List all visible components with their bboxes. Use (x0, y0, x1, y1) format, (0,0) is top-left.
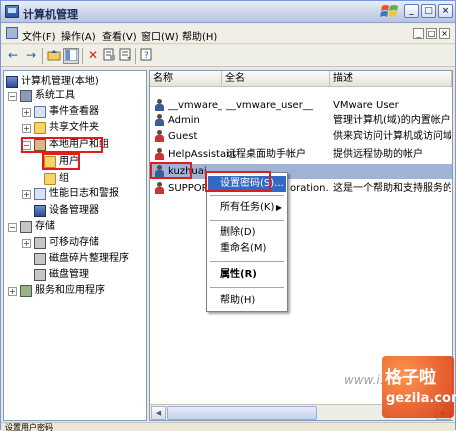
table-row[interactable]: Guest 供来宾访问计算机或访问域的内 (150, 129, 452, 144)
disabled-user-icon (154, 130, 165, 142)
menu-separator (210, 287, 284, 288)
column-header-description[interactable]: 描述 (330, 71, 452, 87)
menu-item-rename[interactable]: 重命名(M) (208, 241, 286, 257)
menu-bar: 文件(F) 操作(A) 查看(V) 窗口(W) 帮助(H) _ □ × (1, 24, 455, 44)
toolbox-icon (20, 90, 32, 102)
disk-management-icon (34, 269, 46, 281)
disabled-user-icon (154, 148, 165, 160)
column-header-name[interactable]: 名称 (150, 71, 222, 87)
toolbar-separator (42, 48, 43, 64)
expand-icon[interactable]: + (22, 239, 31, 248)
close-button[interactable]: × (438, 4, 453, 18)
expand-icon[interactable]: + (22, 190, 31, 199)
menu-file[interactable]: 文件(F) (22, 28, 56, 43)
toolbar-separator (135, 48, 136, 64)
highlight-box (21, 137, 103, 153)
removable-storage-icon (34, 237, 46, 249)
collapse-icon[interactable]: − (8, 92, 17, 101)
title-bar[interactable]: 计算机管理 _ □ × (1, 1, 455, 23)
properties-icon[interactable] (101, 48, 117, 64)
svg-text:?: ? (144, 51, 149, 61)
computer-icon (6, 76, 18, 88)
watermark-domain: gezila.com (386, 391, 456, 406)
expand-icon[interactable]: + (22, 124, 31, 133)
context-menu: 设置密码(S)... 所有任务(K) ▶ 删除(D) 重命名(M) 属性(R) … (206, 172, 288, 312)
defragmenter-icon (34, 253, 46, 265)
document-icon[interactable] (6, 27, 18, 39)
column-header-fullname[interactable]: 全名 (222, 71, 330, 87)
mdi-close-button[interactable]: × (439, 28, 450, 39)
performance-log-icon (34, 188, 46, 200)
delete-icon[interactable]: ✕ (85, 48, 101, 64)
mdi-restore-button[interactable]: □ (426, 28, 437, 39)
minimize-button[interactable]: _ (404, 4, 419, 18)
forward-arrow-icon[interactable]: → (23, 48, 39, 64)
menu-window[interactable]: 窗口(W) (141, 28, 179, 43)
menu-separator (210, 195, 284, 196)
submenu-arrow-icon: ▶ (275, 203, 282, 212)
expand-icon[interactable]: + (8, 287, 17, 296)
table-row[interactable]: Admin 管理计算机(域)的内置帐户 (150, 113, 452, 128)
scrollbar-thumb[interactable] (167, 406, 317, 420)
windows-logo-icon (380, 5, 398, 17)
menu-item-help[interactable]: 帮助(H) (208, 293, 286, 309)
collapse-icon[interactable]: − (8, 223, 17, 232)
show-tree-icon[interactable] (63, 48, 79, 64)
scroll-left-icon[interactable]: ◀ (151, 406, 166, 420)
menu-help[interactable]: 帮助(H) (182, 28, 217, 43)
user-icon (154, 99, 165, 111)
table-row-selected[interactable]: kuzhuai (150, 164, 452, 179)
storage-icon (20, 221, 32, 233)
menu-item-all-tasks[interactable]: 所有任务(K) ▶ (208, 200, 286, 216)
menu-view[interactable]: 查看(V) (102, 28, 137, 43)
menu-item-properties[interactable]: 属性(R) (208, 267, 286, 283)
folder-icon (44, 173, 56, 185)
computer-management-window: 计算机管理 _ □ × 文件(F) 操作(A) 查看(V) 窗口(W) 帮助(H… (0, 0, 456, 431)
maximize-button[interactable]: □ (421, 4, 436, 18)
export-icon[interactable] (117, 48, 133, 64)
shared-folder-icon (34, 122, 46, 134)
table-row[interactable]: SUPPORT_3 oration... 这是一个帮助和支持服务的帐户 (150, 181, 452, 196)
help-icon[interactable]: ? (138, 48, 154, 64)
up-folder-icon[interactable] (46, 48, 62, 64)
menu-item-delete[interactable]: 删除(D) (208, 225, 286, 241)
back-arrow-icon[interactable]: ← (5, 48, 21, 64)
table-row[interactable]: __vmware_u... __vmware_user__ VMware Use… (150, 98, 452, 113)
window-title: 计算机管理 (23, 8, 78, 21)
highlight-box (42, 153, 80, 170)
menu-separator (210, 261, 284, 262)
disabled-user-icon (154, 182, 165, 194)
menu-action[interactable]: 操作(A) (61, 28, 96, 43)
watermark-title: 格子啦 (385, 368, 436, 388)
event-log-icon (34, 106, 46, 118)
mdi-minimize-button[interactable]: _ (413, 28, 424, 39)
device-manager-icon (34, 205, 46, 217)
toolbar: ← → ✕ ? (1, 45, 455, 67)
computer-management-icon (5, 5, 19, 18)
highlight-box (150, 162, 192, 179)
menu-separator (210, 220, 284, 221)
user-icon (154, 114, 165, 126)
highlight-box (205, 171, 271, 192)
console-tree[interactable]: 计算机管理(本地) − 系统工具 + 事件查看器 + 共享文件夹 − 本地用户和… (3, 70, 147, 421)
toolbar-separator (82, 48, 83, 64)
services-icon (20, 285, 32, 297)
table-row[interactable]: HelpAssistant 远程桌面助手帐户 提供远程协助的帐户 (150, 147, 452, 162)
expand-icon[interactable]: + (22, 108, 31, 117)
